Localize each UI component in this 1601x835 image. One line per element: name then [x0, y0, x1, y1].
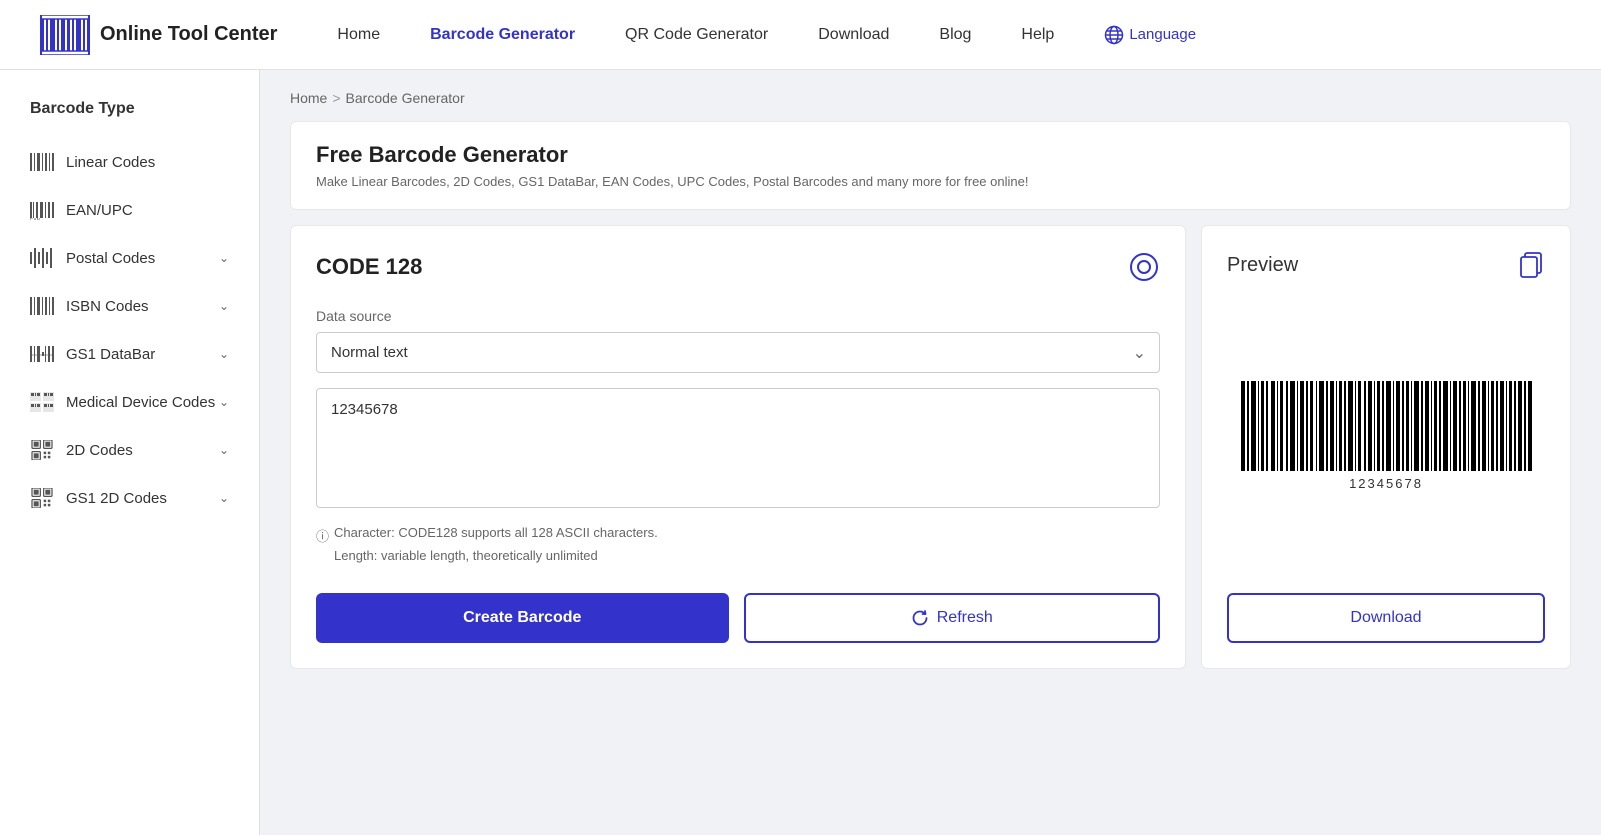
- sidebar-title: Barcode Type: [0, 90, 259, 138]
- gs1-databar-icon: [30, 344, 54, 364]
- main-nav: Home Barcode Generator QR Code Generator…: [337, 25, 1561, 45]
- action-buttons: Create Barcode Refresh: [316, 593, 1160, 643]
- svg-text:EAN: EAN: [30, 218, 41, 220]
- refresh-icon: [911, 609, 929, 627]
- hero-description: Make Linear Barcodes, 2D Codes, GS1 Data…: [316, 174, 1545, 189]
- language-label: Language: [1129, 26, 1196, 43]
- breadcrumb-separator: >: [332, 90, 340, 106]
- breadcrumb: Home > Barcode Generator: [290, 90, 1571, 106]
- header: Online Tool Center Home Barcode Generato…: [0, 0, 1601, 70]
- 2d-codes-icon: [30, 440, 54, 460]
- linear-codes-label: Linear Codes: [66, 154, 155, 171]
- sidebar-item-ean-upc[interactable]: EAN EAN/UPC: [0, 186, 259, 234]
- breadcrumb-current: Barcode Generator: [346, 90, 465, 106]
- hero-box: Free Barcode Generator Make Linear Barco…: [290, 121, 1571, 210]
- nav-help[interactable]: Help: [1021, 26, 1054, 44]
- sidebar-item-linear-codes[interactable]: Linear Codes: [0, 138, 259, 186]
- logo-icon: [40, 15, 90, 55]
- data-source-select[interactable]: Normal text Hex Base64: [316, 332, 1160, 373]
- sidebar-item-gs1-2d-codes[interactable]: GS1 2D Codes ⌄: [0, 474, 259, 522]
- barcode-display: 12345678: [1227, 299, 1545, 573]
- postal-codes-icon: [30, 248, 54, 268]
- info-icon: ⓘ: [316, 526, 329, 545]
- logo[interactable]: Online Tool Center: [40, 15, 277, 55]
- sidebar-item-isbn-codes[interactable]: ISBN Codes ⌄: [0, 282, 259, 330]
- nav-home[interactable]: Home: [337, 26, 380, 44]
- ean-upc-icon: EAN: [30, 200, 54, 220]
- info-line1: Character: CODE128 supports all 128 ASCI…: [334, 525, 658, 540]
- generator-panel: CODE 128 Data source Normal text Hex Bas…: [290, 225, 1186, 669]
- code-type-header: CODE 128: [316, 251, 1160, 283]
- refresh-label: Refresh: [937, 609, 993, 627]
- gs1-databar-chevron: ⌄: [219, 347, 229, 361]
- nav-download[interactable]: Download: [818, 26, 889, 44]
- download-button[interactable]: Download: [1227, 593, 1545, 643]
- settings-icon[interactable]: [1128, 251, 1160, 283]
- medical-device-codes-label: Medical Device Codes: [66, 394, 215, 411]
- logo-text: Online Tool Center: [100, 23, 277, 46]
- gs1-2d-codes-label: GS1 2D Codes: [66, 490, 167, 507]
- gs1-2d-codes-icon: [30, 488, 54, 508]
- barcode-image: 12345678: [1236, 376, 1536, 496]
- copy-icon[interactable]: [1517, 251, 1545, 279]
- medical-device-codes-icon: [30, 392, 54, 412]
- nav-barcode-generator[interactable]: Barcode Generator: [430, 26, 575, 44]
- language-selector[interactable]: Language: [1104, 25, 1196, 45]
- isbn-codes-chevron: ⌄: [219, 299, 229, 313]
- generator-area: CODE 128 Data source Normal text Hex Bas…: [290, 225, 1571, 669]
- isbn-codes-icon: [30, 296, 54, 316]
- refresh-button[interactable]: Refresh: [744, 593, 1161, 643]
- isbn-codes-label: ISBN Codes: [66, 298, 149, 315]
- preview-header: Preview: [1227, 251, 1545, 279]
- page-layout: Barcode Type Linear Codes: [0, 70, 1601, 835]
- info-line2: Length: variable length, theoretically u…: [334, 548, 598, 563]
- create-barcode-button[interactable]: Create Barcode: [316, 593, 729, 643]
- sidebar-item-postal-codes[interactable]: Postal Codes ⌄: [0, 234, 259, 282]
- gs1-databar-label: GS1 DataBar: [66, 346, 155, 363]
- barcode-input[interactable]: 12345678: [316, 388, 1160, 508]
- preview-title: Preview: [1227, 254, 1298, 277]
- nav-qr-code-generator[interactable]: QR Code Generator: [625, 26, 768, 44]
- globe-icon: [1104, 25, 1124, 45]
- sidebar-item-gs1-databar[interactable]: GS1 DataBar ⌄: [0, 330, 259, 378]
- info-text: ⓘ Character: CODE128 supports all 128 AS…: [316, 525, 1160, 563]
- main-content: Home > Barcode Generator Free Barcode Ge…: [260, 70, 1601, 835]
- preview-panel: Preview: [1201, 225, 1571, 669]
- breadcrumb-home[interactable]: Home: [290, 90, 327, 106]
- linear-codes-icon: [30, 152, 54, 172]
- postal-codes-chevron: ⌄: [219, 251, 229, 265]
- code-type-title: CODE 128: [316, 254, 422, 280]
- nav-blog[interactable]: Blog: [939, 26, 971, 44]
- ean-upc-label: EAN/UPC: [66, 202, 133, 219]
- gs1-2d-codes-chevron: ⌄: [219, 491, 229, 505]
- sidebar-item-2d-codes[interactable]: 2D Codes ⌄: [0, 426, 259, 474]
- 2d-codes-chevron: ⌄: [219, 443, 229, 457]
- medical-device-codes-chevron: ⌄: [219, 395, 229, 409]
- data-source-label: Data source: [316, 308, 1160, 324]
- postal-codes-label: Postal Codes: [66, 250, 155, 267]
- data-source-wrapper: Normal text Hex Base64 ⌄: [316, 332, 1160, 373]
- 2d-codes-label: 2D Codes: [66, 442, 133, 459]
- sidebar-item-medical-device-codes[interactable]: Medical Device Codes ⌄: [0, 378, 259, 426]
- sidebar: Barcode Type Linear Codes: [0, 70, 260, 835]
- hero-title: Free Barcode Generator: [316, 142, 1545, 168]
- svg-text:12345678: 12345678: [1349, 476, 1423, 491]
